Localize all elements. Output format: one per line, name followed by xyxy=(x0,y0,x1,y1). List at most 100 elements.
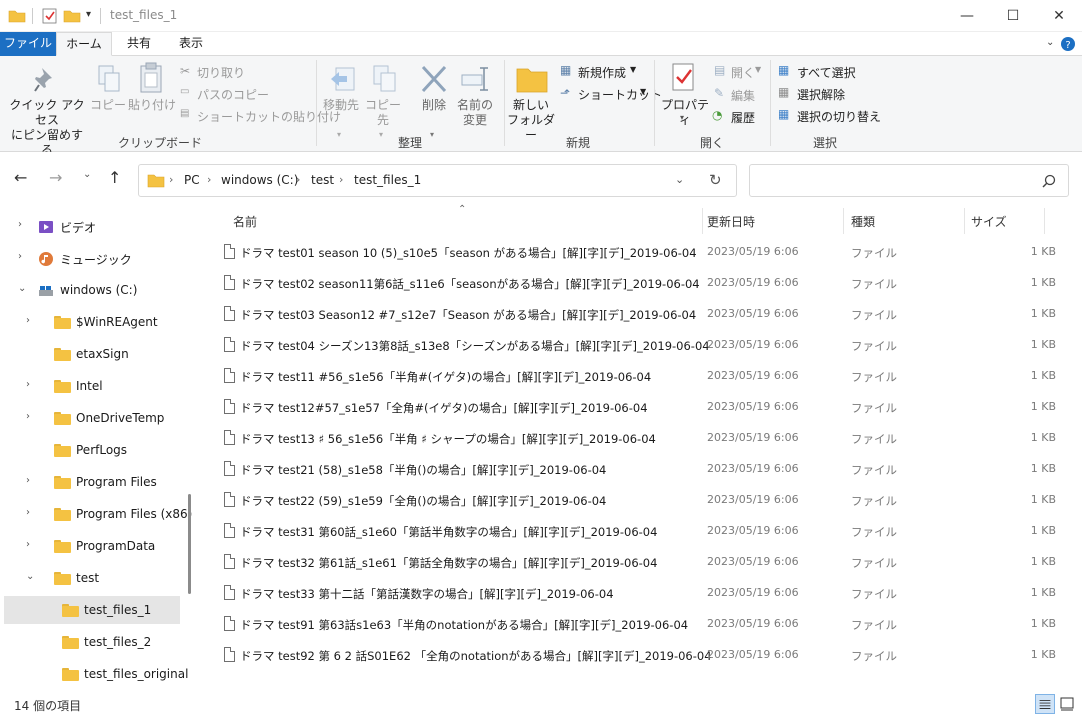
address-history-chevron-icon[interactable]: ⌄ xyxy=(675,173,684,186)
expand-chevron-icon[interactable]: › xyxy=(26,411,30,422)
breadcrumb-pc[interactable]: PC xyxy=(184,173,200,187)
file-row[interactable]: ドラマ test02 season11第6話_s11e6「seasonがある場合… xyxy=(220,268,1060,299)
file-row[interactable]: ドラマ test21 (58)_s1e58「半角()の場合」[解][字][デ]_… xyxy=(220,454,1060,485)
file-row[interactable]: ドラマ test32 第61話_s1e61「第話全角数字の場合」[解][字][デ… xyxy=(220,547,1060,578)
qa-customize-chevron-icon[interactable]: ▾ xyxy=(86,9,91,20)
recent-locations-chevron-icon[interactable]: ⌄ xyxy=(83,169,91,180)
file-row[interactable]: ドラマ test31 第60話_s1e60「第話半角数字の場合」[解][字][デ… xyxy=(220,516,1060,547)
up-arrow-icon[interactable]: ↑ xyxy=(108,168,121,187)
edit-button[interactable]: 編集 xyxy=(731,87,755,104)
properties-button[interactable]: プロパティ xyxy=(658,98,712,128)
select-none-button[interactable]: 選択解除 xyxy=(797,86,845,103)
easy-access-button[interactable]: ショートカット xyxy=(578,86,662,103)
move-to-button[interactable]: 移動先 xyxy=(320,98,362,113)
file-date: 2023/05/19 6:06 xyxy=(707,431,799,444)
file-row[interactable]: ドラマ test11 #56_s1e56「半角#(イゲタ)の場合」[解][字][… xyxy=(220,361,1060,392)
cut-button[interactable]: 切り取り xyxy=(197,64,245,81)
tree-item[interactable]: etaxSign xyxy=(4,340,180,368)
details-view-icon[interactable] xyxy=(1035,694,1055,714)
tree-item[interactable]: ⌄ test xyxy=(4,564,180,592)
navigation-pane-scrollbar[interactable] xyxy=(188,494,191,594)
expand-chevron-icon[interactable]: › xyxy=(26,475,30,486)
expand-chevron-icon[interactable]: › xyxy=(18,219,22,230)
new-item-button[interactable]: 新規作成 xyxy=(578,64,626,81)
column-header-date[interactable]: 更新日時 xyxy=(707,213,755,230)
ribbon-collapse-icon[interactable]: ⌄ xyxy=(1046,37,1054,48)
column-divider[interactable] xyxy=(702,208,703,234)
file-row[interactable]: ドラマ test01 season 10 (5)_s10e5「season があ… xyxy=(220,237,1060,268)
history-button[interactable]: 履歴 xyxy=(731,109,755,126)
column-divider[interactable] xyxy=(964,208,965,234)
minimize-button[interactable]: — xyxy=(944,0,990,32)
tab-share[interactable]: 共有 xyxy=(116,32,162,56)
delete-button[interactable]: 削除 xyxy=(414,98,454,113)
back-arrow-icon[interactable]: ← xyxy=(14,168,27,187)
tree-item[interactable]: › OneDriveTemp xyxy=(4,404,180,432)
folder-icon xyxy=(54,348,71,361)
large-icons-view-icon[interactable] xyxy=(1057,694,1077,714)
column-header-name[interactable]: 名前 xyxy=(233,213,257,230)
properties-icon[interactable] xyxy=(41,8,59,24)
search-box[interactable] xyxy=(749,164,1069,197)
breadcrumb-test[interactable]: test xyxy=(311,173,334,187)
forward-arrow-icon[interactable]: → xyxy=(49,168,62,187)
tree-item[interactable]: › ミュージック xyxy=(4,244,180,272)
expand-chevron-icon[interactable]: › xyxy=(26,315,30,326)
file-row[interactable]: ドラマ test03 Season12 #7_s12e7「Season がある場… xyxy=(220,299,1060,330)
file-icon xyxy=(224,492,235,507)
column-divider[interactable] xyxy=(1044,208,1045,234)
copy-button[interactable]: コピー xyxy=(88,98,128,113)
breadcrumb-windows-c[interactable]: windows (C:) xyxy=(221,173,298,187)
help-icon[interactable]: ? xyxy=(1060,36,1076,52)
new-folder-icon[interactable] xyxy=(63,8,81,24)
column-header-type[interactable]: 種類 xyxy=(851,213,875,230)
search-icon[interactable] xyxy=(1042,174,1056,188)
new-folder-button[interactable]: 新しい フォルダー xyxy=(506,98,556,143)
copy-to-button[interactable]: コピー先 xyxy=(362,98,404,128)
breadcrumb-test-files-1[interactable]: test_files_1 xyxy=(354,173,421,187)
refresh-icon[interactable]: ↻ xyxy=(709,171,722,189)
close-button[interactable]: ✕ xyxy=(1036,0,1082,32)
tree-item[interactable]: test_files_2 xyxy=(4,628,180,656)
tree-item[interactable]: › ビデオ xyxy=(4,212,180,240)
paste-button[interactable]: 貼り付け xyxy=(128,98,176,113)
tab-file[interactable]: ファイル xyxy=(0,32,56,56)
file-row[interactable]: ドラマ test92 第 6 2 話S01E62 「全角のnotationがある… xyxy=(220,640,1060,671)
file-row[interactable]: ドラマ test33 第十二話「第話漢数字の場合」[解][字][デ]_2019-… xyxy=(220,578,1060,609)
pin-quick-access-button[interactable]: クイック アクセス にピン留めする xyxy=(6,98,88,158)
tree-item[interactable]: test_files_original xyxy=(4,660,188,688)
expand-chevron-icon[interactable]: › xyxy=(18,251,22,262)
open-button[interactable]: 開く xyxy=(731,64,755,81)
tree-item[interactable]: › Program Files (x86) xyxy=(4,500,192,528)
folder-icon xyxy=(54,412,71,425)
invert-selection-button[interactable]: 選択の切り替え xyxy=(797,108,881,125)
collapse-chevron-icon[interactable]: ⌄ xyxy=(18,283,26,294)
file-row[interactable]: ドラマ test04 シーズン13第8話_s13e8「シーズンがある場合」[解]… xyxy=(220,330,1060,361)
tab-view[interactable]: 表示 xyxy=(168,32,214,56)
file-row[interactable]: ドラマ test22 (59)_s1e59「全角()の場合」[解][字][デ]_… xyxy=(220,485,1060,516)
select-all-button[interactable]: すべて選択 xyxy=(797,64,856,81)
maximize-button[interactable]: ☐ xyxy=(990,0,1036,32)
tab-home[interactable]: ホーム xyxy=(56,32,112,56)
tree-item[interactable]: PerfLogs xyxy=(4,436,180,464)
tree-item[interactable]: ⌄ windows (C:) xyxy=(4,276,180,304)
column-header-size[interactable]: サイズ xyxy=(971,213,1007,230)
tree-item[interactable]: › Program Files xyxy=(4,468,180,496)
file-row[interactable]: ドラマ test12#57_s1e57「全角#(イゲタ)の場合」[解][字][デ… xyxy=(220,392,1060,423)
address-bar[interactable]: › PC › windows (C:) › test › test_files_… xyxy=(138,164,737,197)
expand-chevron-icon[interactable]: › xyxy=(26,379,30,390)
file-row[interactable]: ドラマ test91 第63話s1e63「半角のnotationがある場合」[解… xyxy=(220,609,1060,640)
folder-app-icon xyxy=(8,10,26,23)
file-row[interactable]: ドラマ test13 ♯ 56_s1e56「半角 ♯ シャープの場合」[解][字… xyxy=(220,423,1060,454)
column-divider[interactable] xyxy=(843,208,844,234)
collapse-chevron-icon[interactable]: ⌄ xyxy=(26,571,34,582)
tree-item[interactable]: › $WinREAgent xyxy=(4,308,180,336)
copy-path-button[interactable]: パスのコピー xyxy=(197,86,269,103)
tree-item[interactable]: › Intel xyxy=(4,372,180,400)
tree-item[interactable]: test_files_1 xyxy=(4,596,180,624)
tree-item[interactable]: › ProgramData xyxy=(4,532,180,560)
expand-chevron-icon[interactable]: › xyxy=(26,539,30,550)
rename-button[interactable]: 名前の 変更 xyxy=(454,98,496,128)
pin-icon[interactable] xyxy=(34,66,58,94)
expand-chevron-icon[interactable]: › xyxy=(26,507,30,518)
